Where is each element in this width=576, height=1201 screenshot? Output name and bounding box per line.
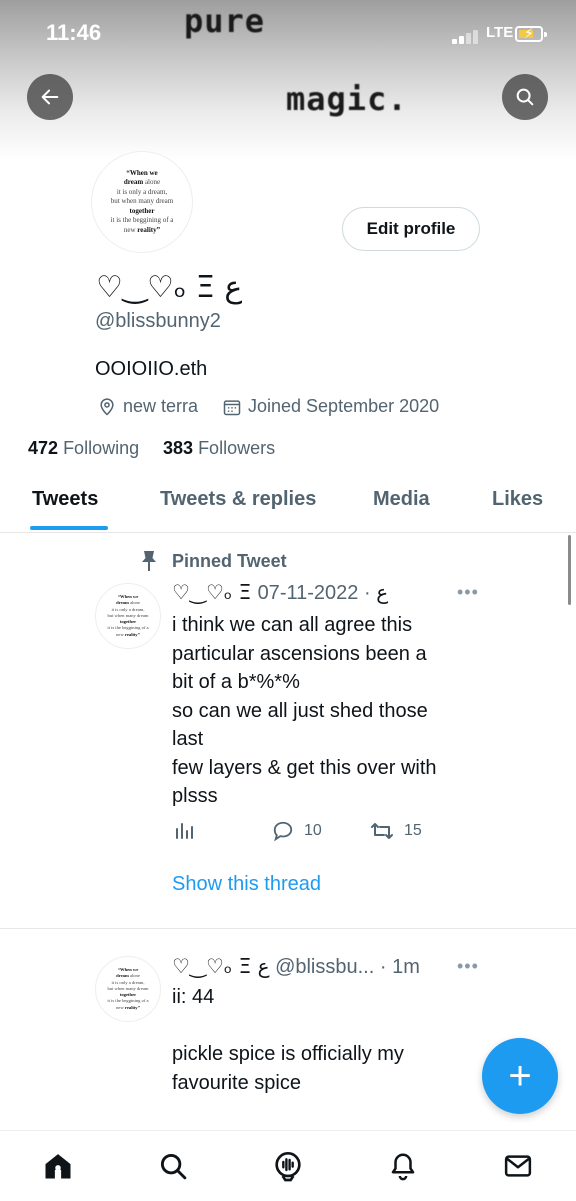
- compose-tweet-button[interactable]: +: [482, 1038, 558, 1114]
- search-icon: [160, 1153, 187, 1180]
- tweet-text: i think we can all agree this particular…: [172, 614, 437, 807]
- home-icon: [45, 1154, 71, 1179]
- spaces-icon: [275, 1152, 301, 1182]
- tweet-date[interactable]: 1m: [392, 956, 420, 978]
- tweet-header: ♡‿♡ₒ Ξ ع @blissbu... · 1m: [172, 954, 420, 979]
- tweet-author-name[interactable]: ♡‿♡ₒ Ξ ع: [172, 954, 270, 978]
- avatar-quote: “When we dream alone it is only a dream,…: [107, 593, 149, 637]
- joined-text: Joined September 2020: [248, 396, 440, 416]
- tweet-avatar[interactable]: “When we dream alone it is only a dream,…: [95, 583, 161, 649]
- followers-link[interactable]: 383 Followers: [163, 438, 275, 459]
- pinned-label: Pinned Tweet: [140, 550, 287, 572]
- nav-messages[interactable]: [501, 1149, 535, 1183]
- tweet-text: ii: 44 pickle spice is officially my fav…: [172, 986, 404, 1094]
- signal-icon: [452, 28, 482, 44]
- tweet-header: ♡‿♡ₒ Ξ ع · 2022-11-07: [172, 580, 388, 605]
- profile-bio: OOIOIIO.eth: [95, 358, 208, 380]
- show-thread-link[interactable]: Show this thread: [172, 873, 321, 896]
- nav-spaces[interactable]: [271, 1149, 305, 1183]
- edit-profile-button[interactable]: Edit profile: [342, 207, 480, 251]
- retweet-button[interactable]: 15: [370, 820, 422, 842]
- reply-button[interactable]: 10: [272, 820, 322, 842]
- display-name: ♡‿♡ₒ Ξ ع: [96, 270, 243, 305]
- back-button[interactable]: [27, 74, 73, 120]
- tab-likes[interactable]: Likes: [492, 488, 543, 511]
- following-link[interactable]: 472 Following: [28, 438, 139, 459]
- calendar-icon: [223, 399, 241, 415]
- profile-location: new terra: [97, 396, 198, 417]
- pin-icon: [142, 551, 156, 571]
- status-time: 11:46: [46, 20, 102, 45]
- tweet-author-handle[interactable]: @blissbu...: [275, 956, 374, 978]
- tweet-divider: [0, 928, 576, 929]
- analytics-button[interactable]: [174, 820, 194, 840]
- profile-avatar[interactable]: “When we dream alone it is only a dream,…: [92, 152, 192, 252]
- search-icon: [516, 88, 534, 106]
- avatar-quote: “When we dream alone it is only a dream,…: [110, 168, 174, 234]
- retweet-icon: [371, 823, 393, 839]
- battery-icon: ⚡: [515, 25, 547, 42]
- nav-home[interactable]: [41, 1149, 75, 1183]
- profile-joined: Joined September 2020: [222, 396, 439, 417]
- tab-tweets-replies[interactable]: Tweets & replies: [160, 488, 316, 511]
- tweet-date[interactable]: 2022-11-07: [258, 582, 359, 604]
- nav-notifications[interactable]: [386, 1149, 420, 1183]
- tweet-avatar[interactable]: “When we dream alone it is only a dream,…: [95, 956, 161, 1022]
- following-label: Following: [63, 438, 140, 458]
- reply-icon: [273, 821, 293, 842]
- nav-search[interactable]: [156, 1149, 190, 1183]
- tab-media[interactable]: Media: [373, 488, 430, 511]
- following-count: 472: [28, 438, 59, 458]
- profile-handle: @blissbunny2: [95, 310, 221, 332]
- bell-icon: [391, 1153, 415, 1181]
- scrollbar[interactable]: [568, 535, 571, 605]
- followers-count: 383: [163, 438, 194, 458]
- bottom-navigation: [0, 1130, 576, 1201]
- active-tab-indicator: [30, 526, 108, 530]
- avatar-quote: “When we dream alone it is only a dream,…: [107, 966, 149, 1010]
- reply-count: 10: [304, 822, 322, 839]
- followers-label: Followers: [198, 438, 276, 458]
- tweet-separator: ·: [379, 956, 387, 978]
- banner-text-line2: magic.: [286, 80, 408, 118]
- tweet-separator: ·: [363, 582, 371, 604]
- search-button[interactable]: [502, 74, 548, 120]
- tweet-more-icon[interactable]: •••: [457, 582, 479, 603]
- profile-tabs: Tweets Tweets & replies Media Likes: [0, 470, 576, 533]
- location-pin-icon: [100, 397, 114, 416]
- retweet-count: 15: [404, 822, 422, 839]
- tab-tweets[interactable]: Tweets: [32, 488, 98, 511]
- mail-icon: [504, 1155, 532, 1177]
- tweet-more-icon[interactable]: •••: [457, 956, 479, 977]
- analytics-icon: [176, 823, 193, 839]
- arrow-left-icon: [41, 89, 59, 105]
- status-bar: 11:46 LTE ⚡: [0, 0, 576, 68]
- network-type: LTE: [486, 24, 514, 41]
- location-text: new terra: [123, 396, 199, 416]
